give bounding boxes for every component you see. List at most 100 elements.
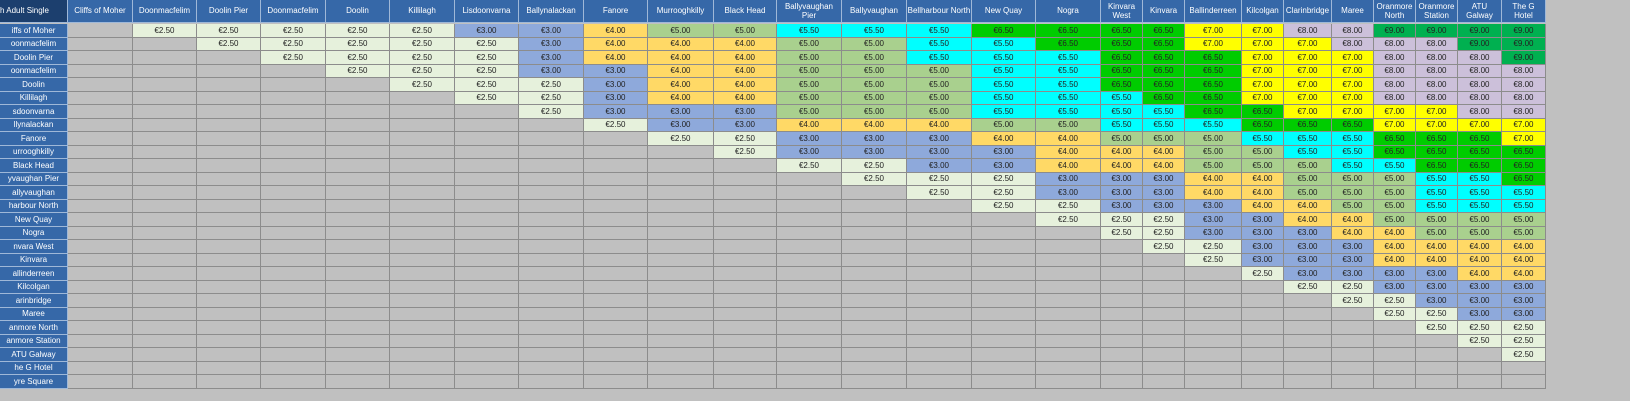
fare-cell[interactable]: €9.00 [1416,24,1458,38]
fare-cell[interactable]: €7.00 [1242,78,1284,92]
empty-cell[interactable] [519,118,584,132]
fare-cell[interactable]: €3.00 [648,105,714,119]
fare-cell[interactable]: €4.00 [648,64,714,78]
empty-cell[interactable] [1332,361,1374,375]
fare-cell[interactable]: €5.50 [1036,105,1101,119]
fare-cell[interactable]: €4.00 [1458,267,1502,281]
empty-cell[interactable] [261,213,326,227]
empty-cell[interactable] [1143,294,1185,308]
fare-cell[interactable]: €3.00 [648,118,714,132]
fare-cell[interactable]: €3.00 [1036,186,1101,200]
empty-cell[interactable] [1036,253,1101,267]
empty-cell[interactable] [1332,321,1374,335]
fare-cell[interactable]: €8.00 [1416,64,1458,78]
empty-cell[interactable] [1374,348,1416,362]
empty-cell[interactable] [390,280,455,294]
fare-cell[interactable]: €7.00 [1284,64,1332,78]
empty-cell[interactable] [584,334,648,348]
fare-cell[interactable]: €2.50 [1416,307,1458,321]
fare-cell[interactable]: €4.00 [1036,159,1101,173]
fare-cell[interactable]: €5.00 [1185,159,1242,173]
fare-cell[interactable]: €5.00 [1332,172,1374,186]
empty-cell[interactable] [1101,361,1143,375]
empty-cell[interactable] [777,348,842,362]
fare-cell[interactable]: €6.50 [1502,145,1546,159]
empty-cell[interactable] [261,240,326,254]
empty-cell[interactable] [907,307,972,321]
empty-cell[interactable] [1284,307,1332,321]
empty-cell[interactable] [261,199,326,213]
empty-cell[interactable] [1332,375,1374,389]
empty-cell[interactable] [1101,321,1143,335]
empty-cell[interactable] [1101,375,1143,389]
empty-cell[interactable] [1502,375,1546,389]
empty-cell[interactable] [1185,375,1242,389]
empty-cell[interactable] [584,172,648,186]
fare-cell[interactable]: €8.00 [1502,64,1546,78]
empty-cell[interactable] [197,361,261,375]
fare-cell[interactable]: €8.00 [1502,105,1546,119]
fare-cell[interactable]: €5.50 [1284,132,1332,146]
fare-cell[interactable]: €6.50 [1242,105,1284,119]
empty-cell[interactable] [1143,361,1185,375]
empty-cell[interactable] [777,172,842,186]
empty-cell[interactable] [584,132,648,146]
fare-cell[interactable]: €6.50 [1143,78,1185,92]
fare-cell[interactable]: €3.00 [907,132,972,146]
empty-cell[interactable] [326,240,390,254]
empty-cell[interactable] [1101,334,1143,348]
fare-cell[interactable]: €2.50 [455,64,519,78]
empty-cell[interactable] [1101,348,1143,362]
empty-cell[interactable] [1101,267,1143,281]
fare-cell[interactable]: €5.00 [1185,132,1242,146]
fare-cell[interactable]: €4.00 [1242,199,1284,213]
empty-cell[interactable] [1185,307,1242,321]
fare-cell[interactable]: €3.00 [907,159,972,173]
fare-cell[interactable]: €7.00 [1242,51,1284,65]
empty-cell[interactable] [197,78,261,92]
fare-cell[interactable]: €7.00 [1242,64,1284,78]
empty-cell[interactable] [197,118,261,132]
empty-cell[interactable] [455,307,519,321]
empty-cell[interactable] [455,361,519,375]
fare-cell[interactable]: €4.00 [648,78,714,92]
empty-cell[interactable] [1185,361,1242,375]
fare-cell[interactable]: €2.50 [1458,321,1502,335]
fare-cell[interactable]: €6.50 [1502,172,1546,186]
empty-cell[interactable] [584,213,648,227]
fare-cell[interactable]: €5.00 [1242,145,1284,159]
empty-cell[interactable] [519,199,584,213]
fare-cell[interactable]: €6.50 [1185,51,1242,65]
empty-cell[interactable] [133,307,197,321]
fare-cell[interactable]: €5.50 [907,24,972,38]
empty-cell[interactable] [907,294,972,308]
empty-cell[interactable] [326,334,390,348]
empty-cell[interactable] [1101,294,1143,308]
empty-cell[interactable] [1416,375,1458,389]
empty-cell[interactable] [261,172,326,186]
empty-cell[interactable] [972,280,1036,294]
fare-cell[interactable]: €3.00 [1458,280,1502,294]
empty-cell[interactable] [261,253,326,267]
empty-cell[interactable] [648,307,714,321]
empty-cell[interactable] [455,321,519,335]
fare-cell[interactable]: €3.00 [1101,186,1143,200]
fare-cell[interactable]: €5.00 [1458,226,1502,240]
fare-cell[interactable]: €2.50 [519,78,584,92]
empty-cell[interactable] [1185,334,1242,348]
fare-cell[interactable]: €3.00 [1416,294,1458,308]
fare-cell[interactable]: €8.00 [1332,24,1374,38]
fare-cell[interactable]: €2.50 [133,24,197,38]
empty-cell[interactable] [326,348,390,362]
empty-cell[interactable] [648,199,714,213]
fare-cell[interactable]: €4.00 [972,132,1036,146]
fare-cell[interactable]: €7.00 [1284,91,1332,105]
empty-cell[interactable] [842,267,907,281]
empty-cell[interactable] [1101,280,1143,294]
fare-cell[interactable]: €5.00 [842,91,907,105]
empty-cell[interactable] [1036,361,1101,375]
fare-cell[interactable]: €2.50 [972,186,1036,200]
fare-cell[interactable]: €7.00 [1416,118,1458,132]
empty-cell[interactable] [68,132,133,146]
empty-cell[interactable] [197,280,261,294]
